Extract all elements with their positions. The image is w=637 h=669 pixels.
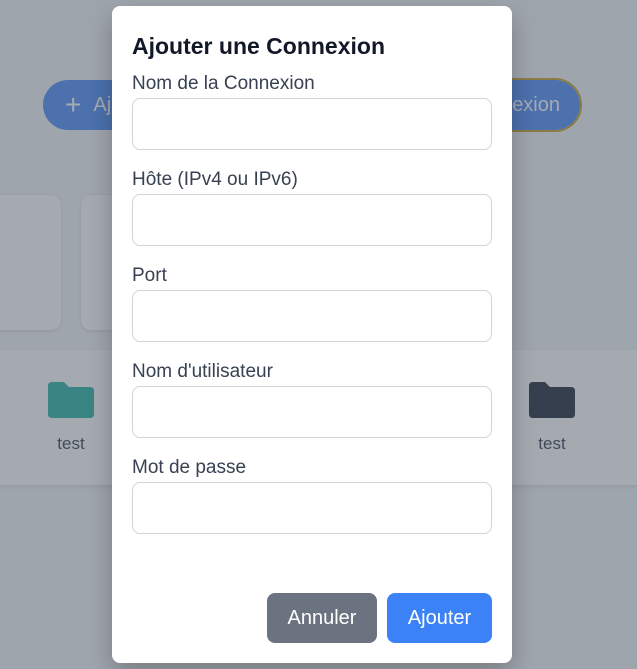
cancel-button[interactable]: Annuler bbox=[267, 593, 377, 643]
password-input[interactable] bbox=[132, 482, 492, 534]
port-label: Port bbox=[132, 265, 167, 286]
connection-name-input[interactable] bbox=[132, 98, 492, 150]
dialog-title: Ajouter une Connexion bbox=[132, 33, 385, 59]
password-label: Mot de passe bbox=[132, 457, 247, 478]
username-input[interactable] bbox=[132, 386, 492, 438]
username-group: Nom d'utilisateur bbox=[132, 361, 492, 438]
connection-name-group: Nom de la Connexion bbox=[132, 73, 492, 150]
dialog-actions: Annuler Ajouter bbox=[267, 593, 492, 643]
username-label: Nom d'utilisateur bbox=[132, 361, 273, 382]
host-group: Hôte (IPv4 ou IPv6) bbox=[132, 169, 492, 246]
host-label: Hôte (IPv4 ou IPv6) bbox=[132, 169, 298, 190]
connection-name-label: Nom de la Connexion bbox=[132, 73, 315, 94]
add-connection-dialog: Ajouter une Connexion Nom de la Connexio… bbox=[112, 6, 512, 663]
port-input[interactable] bbox=[132, 290, 492, 342]
port-group: Port bbox=[132, 265, 492, 342]
submit-button[interactable]: Ajouter bbox=[387, 593, 492, 643]
password-group: Mot de passe bbox=[132, 457, 492, 534]
host-input[interactable] bbox=[132, 194, 492, 246]
